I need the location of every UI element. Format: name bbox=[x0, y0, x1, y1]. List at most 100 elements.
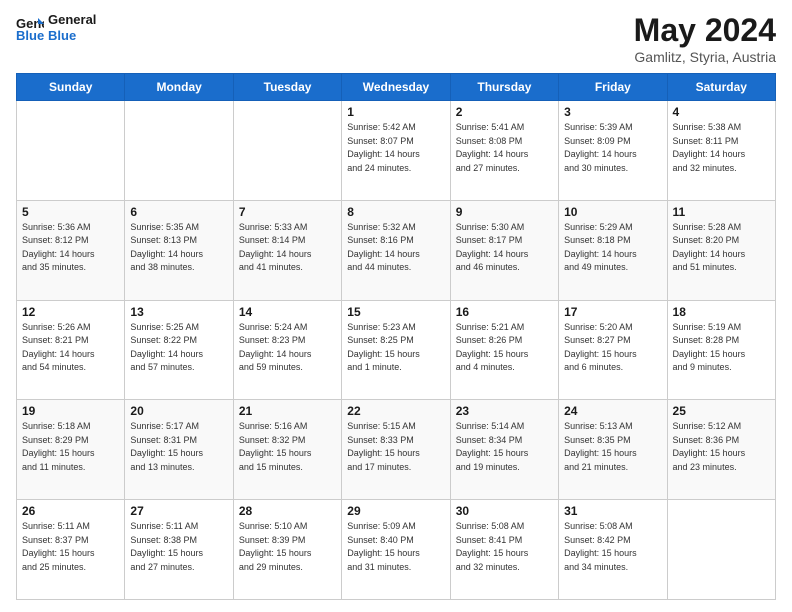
svg-text:Blue: Blue bbox=[16, 28, 44, 42]
day-info: Sunrise: 5:26 AM Sunset: 8:21 PM Dayligh… bbox=[22, 321, 119, 375]
day-info: Sunrise: 5:30 AM Sunset: 8:17 PM Dayligh… bbox=[456, 221, 553, 275]
day-number: 12 bbox=[22, 305, 119, 319]
day-number: 17 bbox=[564, 305, 661, 319]
day-number: 6 bbox=[130, 205, 227, 219]
day-number: 21 bbox=[239, 404, 336, 418]
day-number: 22 bbox=[347, 404, 444, 418]
day-info: Sunrise: 5:16 AM Sunset: 8:32 PM Dayligh… bbox=[239, 420, 336, 474]
calendar-cell: 19 Sunrise: 5:18 AM Sunset: 8:29 PM Dayli… bbox=[17, 400, 125, 500]
day-number: 11 bbox=[673, 205, 770, 219]
day-info: Sunrise: 5:11 AM Sunset: 8:38 PM Dayligh… bbox=[130, 520, 227, 574]
day-number: 24 bbox=[564, 404, 661, 418]
day-info: Sunrise: 5:12 AM Sunset: 8:36 PM Dayligh… bbox=[673, 420, 770, 474]
day-info: Sunrise: 5:08 AM Sunset: 8:42 PM Dayligh… bbox=[564, 520, 661, 574]
day-number: 31 bbox=[564, 504, 661, 518]
day-info: Sunrise: 5:42 AM Sunset: 8:07 PM Dayligh… bbox=[347, 121, 444, 175]
day-info: Sunrise: 5:13 AM Sunset: 8:35 PM Dayligh… bbox=[564, 420, 661, 474]
day-number: 16 bbox=[456, 305, 553, 319]
calendar-cell: 2Sunrise: 5:41 AM Sunset: 8:08 PM Daylig… bbox=[450, 101, 558, 201]
logo-icon: General Blue bbox=[16, 14, 44, 42]
day-info: Sunrise: 5:19 AM Sunset: 8:28 PM Dayligh… bbox=[673, 321, 770, 375]
calendar-cell: 31 Sunrise: 5:08 AM Sunset: 8:42 PM Dayli… bbox=[559, 500, 667, 600]
calendar-cell: 3Sunrise: 5:39 AM Sunset: 8:09 PM Daylig… bbox=[559, 101, 667, 201]
calendar-cell bbox=[125, 101, 233, 201]
day-info: Sunrise: 5:24 AM Sunset: 8:23 PM Dayligh… bbox=[239, 321, 336, 375]
calendar-cell: 8Sunrise: 5:32 AM Sunset: 8:16 PM Daylig… bbox=[342, 200, 450, 300]
calendar-cell: 21 Sunrise: 5:16 AM Sunset: 8:32 PM Dayli… bbox=[233, 400, 341, 500]
day-info: Sunrise: 5:41 AM Sunset: 8:08 PM Dayligh… bbox=[456, 121, 553, 175]
day-number: 26 bbox=[22, 504, 119, 518]
main-title: May 2024 bbox=[634, 12, 776, 49]
subtitle: Gamlitz, Styria, Austria bbox=[634, 49, 776, 65]
calendar-cell: 12 Sunrise: 5:26 AM Sunset: 8:21 PM Dayli… bbox=[17, 300, 125, 400]
calendar-cell: 29 Sunrise: 5:09 AM Sunset: 8:40 PM Dayli… bbox=[342, 500, 450, 600]
day-info: Sunrise: 5:23 AM Sunset: 8:25 PM Dayligh… bbox=[347, 321, 444, 375]
calendar-cell: 5 Sunrise: 5:36 AM Sunset: 8:12 PM Daylig… bbox=[17, 200, 125, 300]
day-number: 18 bbox=[673, 305, 770, 319]
calendar-cell bbox=[667, 500, 775, 600]
day-number: 15 bbox=[347, 305, 444, 319]
day-info: Sunrise: 5:14 AM Sunset: 8:34 PM Dayligh… bbox=[456, 420, 553, 474]
day-info: Sunrise: 5:15 AM Sunset: 8:33 PM Dayligh… bbox=[347, 420, 444, 474]
title-block: May 2024 Gamlitz, Styria, Austria bbox=[634, 12, 776, 65]
day-number: 19 bbox=[22, 404, 119, 418]
day-number: 27 bbox=[130, 504, 227, 518]
day-header-thursday: Thursday bbox=[450, 74, 558, 101]
logo-blue: Blue bbox=[48, 28, 96, 44]
week-row-1: 1 Sunrise: 5:42 AM Sunset: 8:07 PM Daylig… bbox=[17, 101, 776, 201]
week-row-5: 26Sunrise: 5:11 AM Sunset: 8:37 PM Dayli… bbox=[17, 500, 776, 600]
day-number: 29 bbox=[347, 504, 444, 518]
day-header-sunday: Sunday bbox=[17, 74, 125, 101]
week-row-2: 5 Sunrise: 5:36 AM Sunset: 8:12 PM Daylig… bbox=[17, 200, 776, 300]
calendar-cell: 25 Sunrise: 5:12 AM Sunset: 8:36 PM Dayli… bbox=[667, 400, 775, 500]
calendar: SundayMondayTuesdayWednesdayThursdayFrid… bbox=[16, 73, 776, 600]
day-info: Sunrise: 5:21 AM Sunset: 8:26 PM Dayligh… bbox=[456, 321, 553, 375]
day-number: 28 bbox=[239, 504, 336, 518]
day-info: Sunrise: 5:36 AM Sunset: 8:12 PM Dayligh… bbox=[22, 221, 119, 275]
calendar-cell: 6 Sunrise: 5:35 AM Sunset: 8:13 PM Daylig… bbox=[125, 200, 233, 300]
day-number: 8 bbox=[347, 205, 444, 219]
calendar-cell: 22 Sunrise: 5:15 AM Sunset: 8:33 PM Dayli… bbox=[342, 400, 450, 500]
calendar-cell: 13Sunrise: 5:25 AM Sunset: 8:22 PM Dayli… bbox=[125, 300, 233, 400]
calendar-cell: 23 Sunrise: 5:14 AM Sunset: 8:34 PM Dayli… bbox=[450, 400, 558, 500]
day-header-tuesday: Tuesday bbox=[233, 74, 341, 101]
day-info: Sunrise: 5:17 AM Sunset: 8:31 PM Dayligh… bbox=[130, 420, 227, 474]
day-number: 1 bbox=[347, 105, 444, 119]
day-header-wednesday: Wednesday bbox=[342, 74, 450, 101]
page: General Blue General Blue May 2024 Gamli… bbox=[0, 0, 792, 612]
day-number: 14 bbox=[239, 305, 336, 319]
day-number: 20 bbox=[130, 404, 227, 418]
day-header-monday: Monday bbox=[125, 74, 233, 101]
calendar-cell: 30Sunrise: 5:08 AM Sunset: 8:41 PM Dayli… bbox=[450, 500, 558, 600]
day-info: Sunrise: 5:10 AM Sunset: 8:39 PM Dayligh… bbox=[239, 520, 336, 574]
calendar-cell: 28 Sunrise: 5:10 AM Sunset: 8:39 PM Dayli… bbox=[233, 500, 341, 600]
calendar-cell: 14 Sunrise: 5:24 AM Sunset: 8:23 PM Dayli… bbox=[233, 300, 341, 400]
calendar-cell: 7Sunrise: 5:33 AM Sunset: 8:14 PM Daylig… bbox=[233, 200, 341, 300]
calendar-cell: 11Sunrise: 5:28 AM Sunset: 8:20 PM Dayli… bbox=[667, 200, 775, 300]
day-number: 5 bbox=[22, 205, 119, 219]
day-number: 10 bbox=[564, 205, 661, 219]
calendar-cell: 18 Sunrise: 5:19 AM Sunset: 8:28 PM Dayli… bbox=[667, 300, 775, 400]
day-info: Sunrise: 5:18 AM Sunset: 8:29 PM Dayligh… bbox=[22, 420, 119, 474]
day-header-friday: Friday bbox=[559, 74, 667, 101]
day-info: Sunrise: 5:35 AM Sunset: 8:13 PM Dayligh… bbox=[130, 221, 227, 275]
day-number: 30 bbox=[456, 504, 553, 518]
day-info: Sunrise: 5:33 AM Sunset: 8:14 PM Dayligh… bbox=[239, 221, 336, 275]
day-number: 13 bbox=[130, 305, 227, 319]
calendar-cell: 10 Sunrise: 5:29 AM Sunset: 8:18 PM Dayli… bbox=[559, 200, 667, 300]
calendar-cell bbox=[17, 101, 125, 201]
day-number: 4 bbox=[673, 105, 770, 119]
header: General Blue General Blue May 2024 Gamli… bbox=[16, 12, 776, 65]
calendar-cell: 27 Sunrise: 5:11 AM Sunset: 8:38 PM Dayli… bbox=[125, 500, 233, 600]
day-number: 23 bbox=[456, 404, 553, 418]
day-number: 9 bbox=[456, 205, 553, 219]
calendar-cell: 20 Sunrise: 5:17 AM Sunset: 8:31 PM Dayli… bbox=[125, 400, 233, 500]
day-number: 25 bbox=[673, 404, 770, 418]
calendar-cell: 17Sunrise: 5:20 AM Sunset: 8:27 PM Dayli… bbox=[559, 300, 667, 400]
calendar-cell bbox=[233, 101, 341, 201]
week-row-3: 12 Sunrise: 5:26 AM Sunset: 8:21 PM Dayli… bbox=[17, 300, 776, 400]
week-row-4: 19 Sunrise: 5:18 AM Sunset: 8:29 PM Dayli… bbox=[17, 400, 776, 500]
day-info: Sunrise: 5:09 AM Sunset: 8:40 PM Dayligh… bbox=[347, 520, 444, 574]
day-info: Sunrise: 5:29 AM Sunset: 8:18 PM Dayligh… bbox=[564, 221, 661, 275]
calendar-cell: 4Sunrise: 5:38 AM Sunset: 8:11 PM Daylig… bbox=[667, 101, 775, 201]
